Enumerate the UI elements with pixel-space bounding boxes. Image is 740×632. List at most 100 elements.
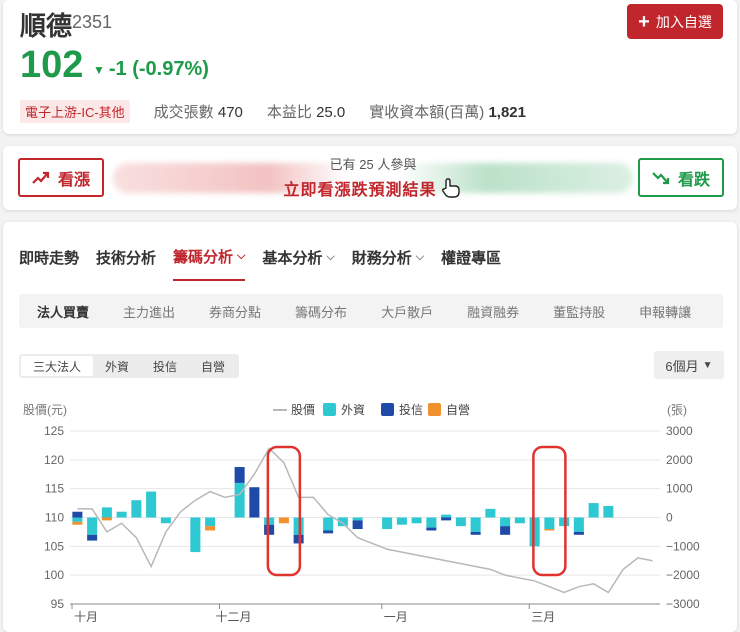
triangle-down-icon: ▼ <box>93 62 105 77</box>
y-tick-right: −3000 <box>666 597 700 611</box>
view-result-link[interactable]: 立即看漲跌預測結果 <box>283 176 462 200</box>
bar-foreign <box>573 517 584 532</box>
tab-label: 基本分析 <box>262 250 323 267</box>
bar-trust <box>249 487 260 518</box>
bar-trust <box>500 526 511 535</box>
legend-swatch <box>381 403 394 416</box>
pointing-hand-icon <box>441 178 460 198</box>
bar-foreign <box>411 517 422 524</box>
capital-stat: 實收資本額(百萬) 1,821 <box>369 101 526 122</box>
bar-foreign <box>603 505 614 518</box>
tab-0[interactable]: 即時走勢 <box>19 246 79 281</box>
volume-value: 470 <box>217 104 243 121</box>
tab-1[interactable]: 技術分析 <box>96 246 156 281</box>
tab-5[interactable]: 權證專區 <box>441 246 501 281</box>
stock-header: 順德 2351 + 加入自選 102 ▼ -1 (-0.97%) 電子上游-IC… <box>3 0 737 134</box>
prediction-vote: 看漲 已有 25 人參與 立即看漲跌預測結果 看跌 <box>3 146 737 210</box>
bar-trust <box>72 511 83 518</box>
stock-stats: 電子上游-IC-其他 成交張數 470 本益比 25.0 實收資本額(百萬) 1… <box>20 100 550 123</box>
tab-2[interactable]: 籌碼分析 ⌵ <box>173 246 246 281</box>
bar-trust <box>87 534 98 541</box>
bar-trust <box>441 517 452 521</box>
y-tick-left: 100 <box>44 568 64 582</box>
subtab-5[interactable]: 融資融券 <box>447 302 533 321</box>
subtab-4[interactable]: 大戶散戶 <box>361 302 447 321</box>
industry-badge[interactable]: 電子上游-IC-其他 <box>20 100 130 123</box>
x-tick-label: 十二月 <box>215 610 251 624</box>
bar-foreign <box>190 517 201 553</box>
add-watchlist-label: 加入自選 <box>655 13 712 30</box>
bar-foreign <box>101 507 112 518</box>
legend-swatch <box>323 403 336 416</box>
add-watchlist-button[interactable]: + 加入自選 <box>627 4 723 39</box>
bar-foreign <box>87 517 98 535</box>
bar-foreign <box>426 517 437 528</box>
bar-foreign <box>470 517 481 532</box>
bar-dealer <box>205 526 216 531</box>
tab-3[interactable]: 基本分析 ⌵ <box>262 246 334 281</box>
filter-0[interactable]: 三大法人 <box>21 356 94 376</box>
bar-foreign <box>234 482 245 518</box>
pe-stat: 本益比 25.0 <box>267 101 345 122</box>
x-tick-label: 一月 <box>384 610 408 624</box>
highlight-box <box>266 445 302 577</box>
y-tick-left: 95 <box>51 597 65 611</box>
chevron-down-icon: ⌵ <box>415 251 425 263</box>
bar-foreign <box>323 517 334 531</box>
y-tick-left: 115 <box>45 482 64 496</box>
trend-down-icon <box>652 171 670 184</box>
investor-filter: 三大法人 外資 投信 自營 <box>19 354 240 378</box>
bar-foreign <box>485 508 496 518</box>
subtab-3[interactable]: 籌碼分布 <box>275 302 361 321</box>
caret-down-icon: ▼ <box>702 359 713 371</box>
volume-stat: 成交張數 470 <box>154 101 243 122</box>
bullish-button[interactable]: 看漲 <box>18 158 104 197</box>
bar-trust <box>426 527 437 531</box>
bar-foreign <box>396 517 407 525</box>
capital-label: 實收資本額(百萬) <box>369 104 485 121</box>
highlight-box <box>532 445 567 577</box>
y-tick-right: 2000 <box>666 453 693 467</box>
subtab-7[interactable]: 申報轉讓 <box>619 302 705 321</box>
tab-label: 籌碼分析 <box>173 249 234 266</box>
vote-info[interactable]: 已有 25 人參與 立即看漲跌預測結果 <box>273 154 473 200</box>
y-axis-label-right: (張) <box>667 403 687 417</box>
price-change: ▼ -1 (-0.97%) <box>93 58 209 81</box>
period-value: 6個月 <box>665 358 699 374</box>
pe-label: 本益比 <box>266 104 312 121</box>
stock-price: 102 <box>20 44 84 86</box>
subtab-0[interactable]: 法人買賣 <box>19 302 103 321</box>
legend-label: 自營 <box>446 403 470 417</box>
filter-1[interactable]: 外資 <box>93 356 141 376</box>
filter-3[interactable]: 自營 <box>189 356 237 376</box>
bar-foreign <box>588 503 599 518</box>
bar-foreign <box>116 511 127 518</box>
bar-trust <box>234 467 245 483</box>
chevron-down-icon: ⌵ <box>237 250 246 262</box>
y-tick-left: 110 <box>45 511 64 525</box>
legend-label: 外資 <box>341 403 365 417</box>
plus-icon: + <box>638 10 650 33</box>
chip-subnav: 法人買賣 主力進出 券商分點 籌碼分布 大戶散戶 融資融券 董監持股 申報轉讓 <box>19 294 723 328</box>
chevron-down-icon: ⌵ <box>326 251 335 263</box>
tab-4[interactable]: 財務分析 ⌵ <box>352 246 424 281</box>
trend-up-icon <box>32 171 50 184</box>
y-tick-right: 0 <box>666 511 673 525</box>
y-tick-right: −2000 <box>666 568 700 582</box>
y-tick-right: −1000 <box>666 539 700 553</box>
subtab-6[interactable]: 董監持股 <box>533 302 619 321</box>
x-tick-label: 三月 <box>531 610 555 624</box>
bar-dealer <box>544 529 555 531</box>
institutional-chart: 股價(元) (張)股價 外資 投信 自營125 3000120 2000115 1000110… <box>23 402 700 624</box>
stock-name: 順德 <box>20 11 73 41</box>
subtab-1[interactable]: 主力進出 <box>103 302 189 321</box>
bearish-button[interactable]: 看跌 <box>638 158 724 197</box>
bar-trust <box>573 531 584 535</box>
filter-2[interactable]: 投信 <box>141 356 189 376</box>
tab-label: 財務分析 <box>351 250 412 267</box>
bar-trust <box>470 531 481 535</box>
bar-trust <box>323 530 334 534</box>
period-select[interactable]: 6個月 ▼ <box>654 351 724 379</box>
bar-foreign <box>352 517 363 521</box>
subtab-2[interactable]: 券商分點 <box>189 302 275 321</box>
